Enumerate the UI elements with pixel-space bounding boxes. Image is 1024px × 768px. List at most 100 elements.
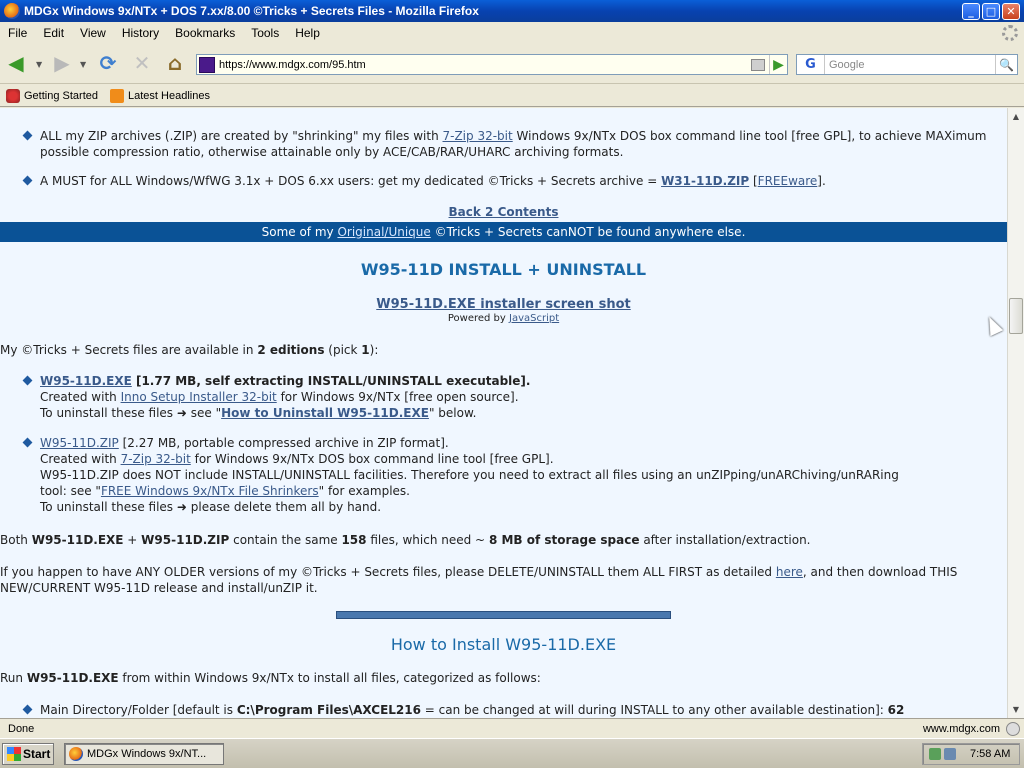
installer-screenshot-link[interactable]: W95-11D.EXE installer screen shot (376, 297, 630, 312)
security-lock-icon[interactable] (751, 58, 765, 71)
text: Some of my (261, 225, 338, 239)
volume-tray-icon[interactable] (944, 748, 956, 760)
network-tray-icon[interactable] (929, 748, 941, 760)
taskbar: Start MDGx Windows 9x/NT... 7:58 AM (0, 738, 1024, 768)
text: for Windows 9x/NTx DOS box command line … (190, 452, 554, 466)
menu-bookmarks[interactable]: Bookmarks (167, 26, 243, 40)
bullet-icon (22, 437, 33, 448)
text: W95-11D.ZIP does NOT include INSTALL/UNI… (40, 468, 899, 482)
clock: 7:58 AM (970, 748, 1011, 760)
resize-grip-icon[interactable] (1006, 721, 1020, 736)
text: Created with (40, 452, 121, 466)
section-divider (336, 611, 671, 619)
forward-history-dropdown-icon[interactable]: ▼ (80, 60, 86, 69)
how-to-uninstall-link[interactable]: How to Uninstall W95-11D.EXE (221, 406, 429, 420)
text: Run (0, 671, 27, 685)
go-button[interactable]: ▶ (769, 55, 787, 74)
7zip-link[interactable]: 7-Zip 32-bit (443, 129, 513, 143)
text: To uninstall these files ➜ see " (40, 406, 222, 420)
close-button[interactable]: ✕ (1002, 2, 1020, 20)
menu-view[interactable]: View (72, 26, 114, 40)
text: ): (369, 343, 379, 357)
bookmark-getting-started[interactable]: Getting Started (6, 88, 98, 103)
menu-help[interactable]: Help (287, 26, 328, 40)
menu-tools[interactable]: Tools (243, 26, 287, 40)
throbber-icon (1002, 25, 1018, 41)
w31-zip-link[interactable]: W31-11D.ZIP (661, 174, 749, 188)
start-button[interactable]: Start (2, 743, 54, 765)
page-content: ALL my ZIP archives (.ZIP) are created b… (0, 108, 1007, 718)
back-button[interactable]: ◀ (4, 51, 28, 75)
menu-bar: File Edit View History Bookmarks Tools H… (0, 22, 1024, 44)
search-bar[interactable]: G Google 🔍 (796, 54, 1018, 75)
status-domain: www.mdgx.com (922, 722, 1000, 735)
back-to-contents: Back 2 Contents (0, 205, 1007, 219)
home-button[interactable]: ⌂ (163, 51, 187, 75)
scroll-up-icon[interactable]: ▲ (1008, 108, 1024, 125)
powered-by: Powered by JavaScript (0, 313, 1007, 324)
menu-edit[interactable]: Edit (35, 26, 72, 40)
text: 158 (341, 533, 367, 547)
menu-history[interactable]: History (114, 26, 167, 40)
list-item: Main Directory/Folder [default is C:\Pro… (22, 702, 994, 718)
run-paragraph: Run W95-11D.EXE from within Windows 9x/N… (0, 670, 1000, 686)
javascript-link[interactable]: JavaScript (509, 313, 559, 324)
text: Powered by (447, 313, 509, 324)
scrollbar-thumb[interactable] (1009, 298, 1023, 334)
text: " for examples. (318, 484, 410, 498)
taskbar-firefox-task[interactable]: MDGx Windows 9x/NT... (64, 743, 224, 765)
stop-button[interactable]: ✕ (130, 51, 154, 75)
vertical-scrollbar[interactable]: ▲ ▼ (1007, 108, 1024, 718)
text: [2.27 MB, portable compressed archive in… (118, 436, 449, 450)
bullet-icon (22, 375, 33, 386)
text: Main Directory/Folder [default is (40, 703, 237, 717)
text: [1.77 MB, self extracting INSTALL/UNINST… (131, 374, 531, 388)
7zip-link[interactable]: 7-Zip 32-bit (121, 452, 191, 466)
text: tool: see " (40, 484, 101, 498)
back-history-dropdown-icon[interactable]: ▼ (36, 60, 42, 69)
list-item: W95-11D.EXE [1.77 MB, self extracting IN… (22, 373, 994, 421)
address-bar[interactable]: https://www.mdgx.com/95.htm ▶ (196, 54, 788, 75)
how-to-install-heading: How to Install W95-11D.EXE (390, 635, 617, 654)
text: " below. (428, 406, 477, 420)
bullet-icon (22, 130, 33, 141)
reload-button[interactable]: ⟳ (96, 51, 120, 75)
file-shrinkers-link[interactable]: FREE Windows 9x/NTx File Shrinkers (101, 484, 319, 498)
site-favicon-icon (199, 56, 215, 73)
firefox-icon (69, 747, 83, 761)
text: 2 editions (257, 343, 325, 357)
here-link[interactable]: here (776, 565, 803, 579)
maximize-button[interactable]: □ (982, 2, 1000, 20)
bullet-icon (22, 704, 33, 715)
freeware-link[interactable]: FREEware (758, 174, 818, 188)
text: contain the same (229, 533, 342, 547)
zip-download-link[interactable]: W95-11D.ZIP (40, 436, 119, 450)
bookmark-label: Getting Started (24, 89, 98, 102)
window-title: MDGx Windows 9x/NTx + DOS 7.xx/8.00 ©Tri… (24, 4, 479, 18)
status-bar: Done www.mdgx.com (0, 718, 1024, 738)
minimize-button[interactable]: _ (962, 2, 980, 20)
menu-file[interactable]: File (0, 26, 35, 40)
scroll-down-icon[interactable]: ▼ (1008, 701, 1024, 718)
text: ]. (817, 174, 826, 188)
text: Both (0, 533, 32, 547)
search-input[interactable]: Google (825, 59, 995, 71)
inno-setup-link[interactable]: Inno Setup Installer 32-bit (121, 390, 277, 404)
text: 1 (361, 343, 370, 357)
forward-button[interactable]: ▶ (50, 51, 74, 75)
search-magnifier-icon[interactable]: 🔍 (995, 55, 1017, 74)
bookmark-label: Latest Headlines (128, 89, 210, 102)
text: To uninstall these files ➜ please delete… (40, 500, 382, 514)
text: ©Tricks + Secrets canNOT be found anywhe… (430, 225, 746, 239)
task-label: MDGx Windows 9x/NT... (87, 748, 207, 760)
section-heading: W95-11D INSTALL + UNINSTALL (360, 260, 647, 279)
bookmark-latest-headlines[interactable]: Latest Headlines (110, 88, 210, 103)
url-field[interactable]: https://www.mdgx.com/95.htm (219, 59, 751, 71)
back-to-contents-link[interactable]: Back 2 Contents (449, 205, 559, 219)
exe-download-link[interactable]: W95-11D.EXE (40, 374, 132, 388)
search-engine-icon[interactable]: G (797, 55, 825, 74)
original-unique-link[interactable]: Original/Unique (337, 225, 430, 239)
system-tray: 7:58 AM (922, 743, 1020, 765)
getting-started-icon (6, 88, 20, 103)
text: for Windows 9x/NTx [free open source]. (276, 390, 519, 404)
